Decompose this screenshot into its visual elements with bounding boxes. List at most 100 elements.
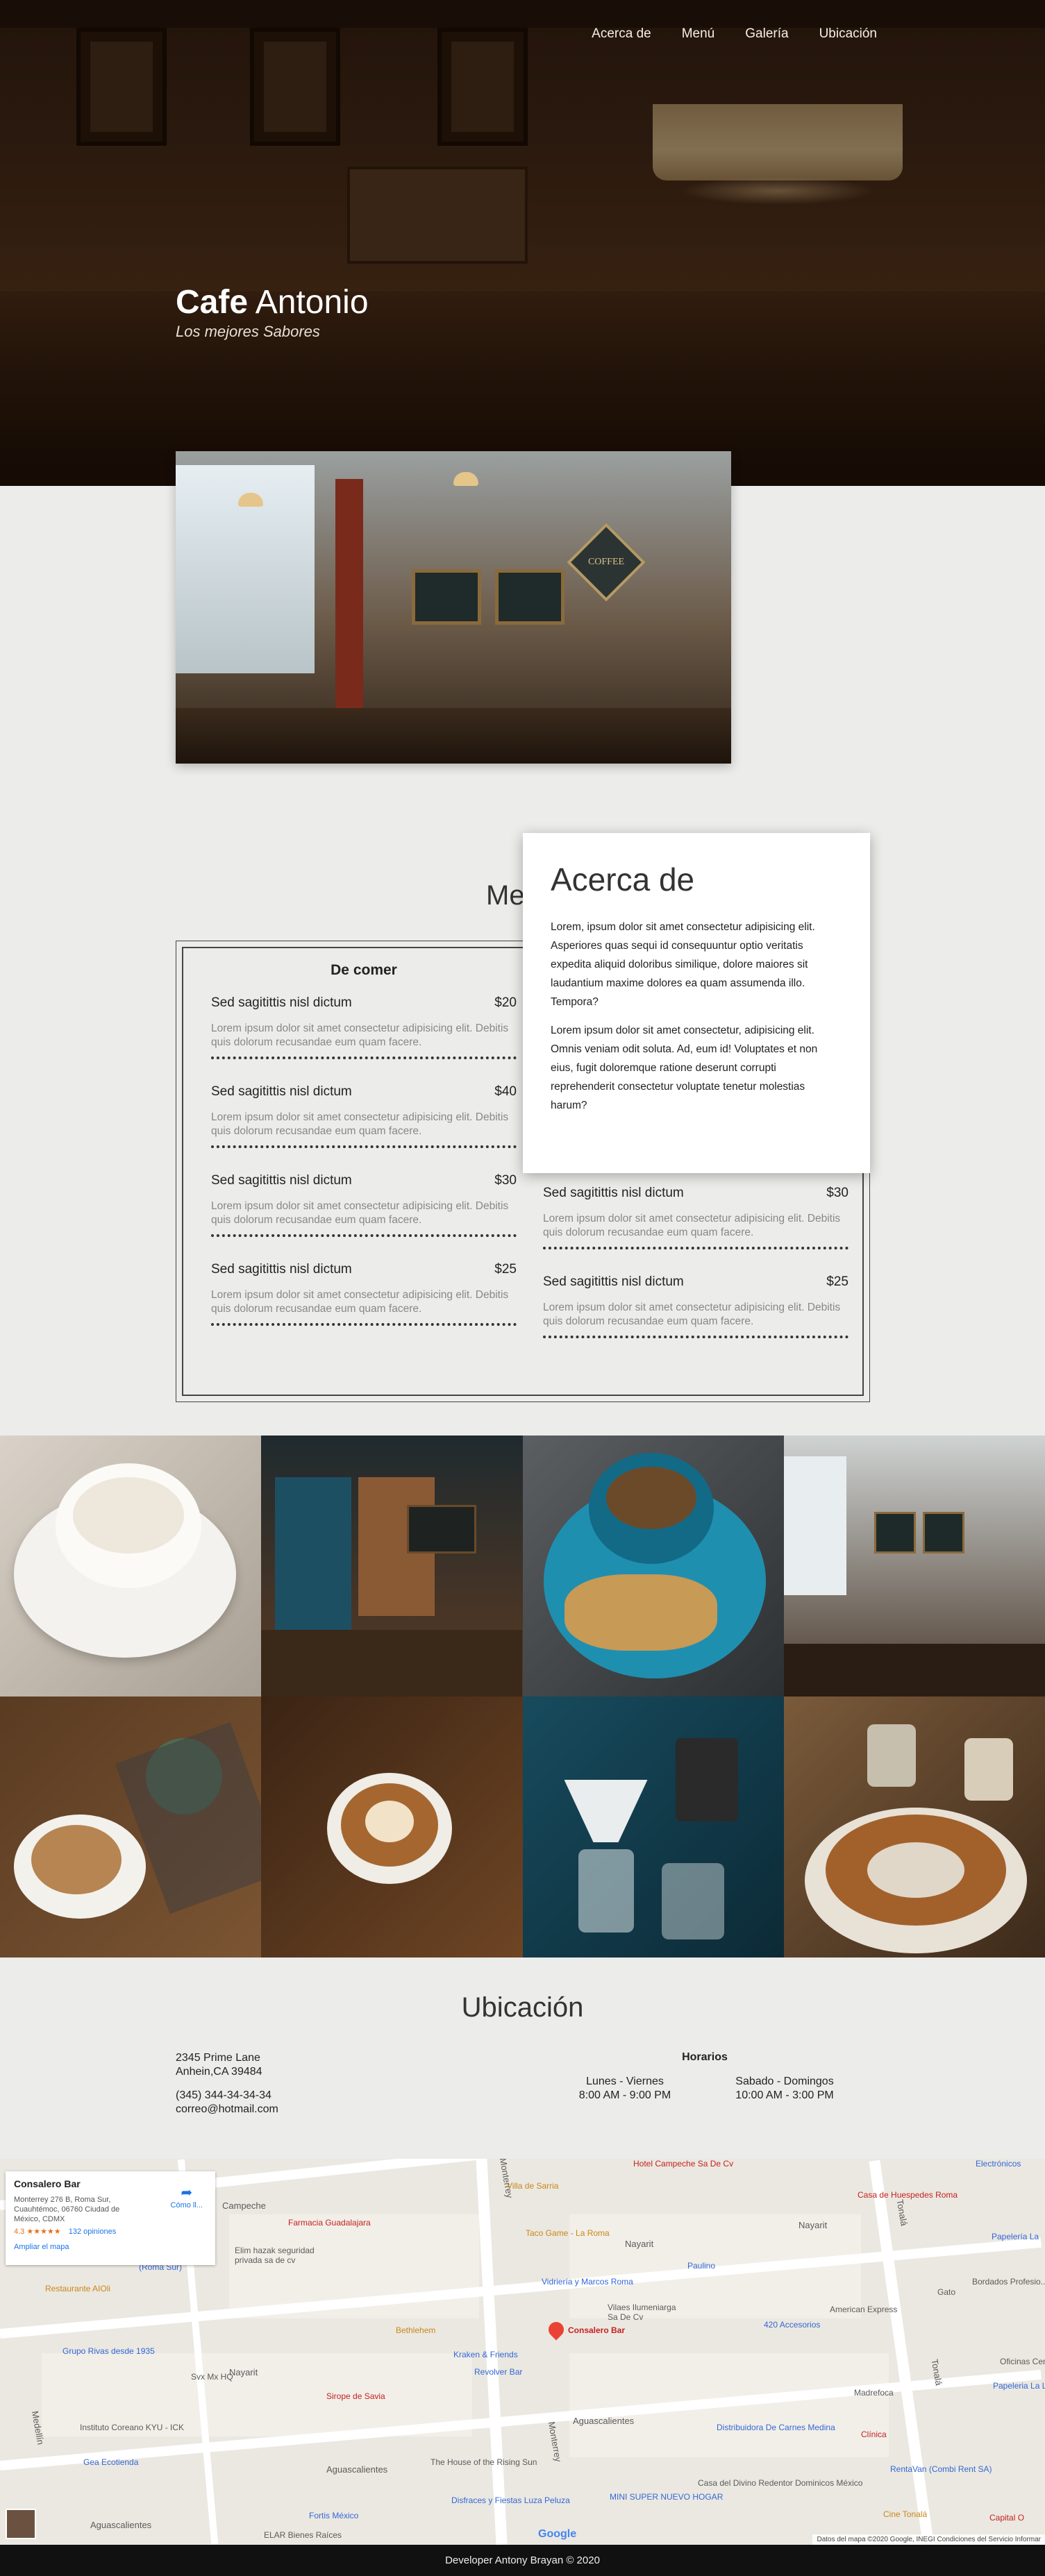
gallery-image-cafe-shelves[interactable] [261,1436,523,1697]
map-poi[interactable]: Kraken & Friends [453,2350,518,2359]
map-poi[interactable]: Instituto Coreano KYU - ICK [80,2423,184,2432]
menu-item-desc: Lorem ipsum dolor sit amet consectetur a… [211,1289,509,1315]
map-poi[interactable]: Villa de Sarria [507,2181,558,2191]
location-title: Ubicación [461,1992,584,2023]
map-satellite-thumbnail[interactable] [6,2509,36,2539]
email-address: correo@hotmail.com [176,2103,278,2115]
menu-item-price: $40 [494,1084,517,1099]
contact-address: 2345 Prime Lane Anhein,CA 39484 (345) 34… [176,2051,278,2116]
menu-item-name: Sed sagitittis nisl dictum [543,1186,684,1200]
embedded-map[interactable]: Campeche Nayarit Nayarit Nayarit Aguasca… [0,2159,1045,2545]
gallery-image-pastry[interactable] [783,1697,1045,1958]
map-poi[interactable]: Oficinas Centrales [1000,2357,1045,2366]
map-poi[interactable]: Electrónicos [976,2159,1021,2169]
menu-item-name: Sed sagitittis nisl dictum [211,1262,352,1277]
feature-counter [176,708,731,764]
map-poi[interactable]: American Express [830,2305,897,2314]
map-poi[interactable]: Capital O [989,2513,1024,2523]
map-poi[interactable]: Fortis México [309,2511,358,2520]
map-poi[interactable]: RentaVan (Combi Rent SA) [890,2464,992,2474]
menu-item-desc: Lorem ipsum dolor sit amet consectetur a… [543,1213,841,1238]
map-poi[interactable]: Vilaes Ilumeniarga Sa De Cv [608,2303,684,2322]
map-street: Aguascalientes [90,2520,152,2530]
hours-title: Horarios [682,2051,728,2063]
map-poi[interactable]: Papelería La [992,2232,1039,2241]
map-poi[interactable]: Sirope de Savia [326,2391,385,2401]
map-poi[interactable]: The House of the Rising Sun [430,2457,537,2467]
menu-item-desc: Lorem ipsum dolor sit amet consectetur a… [543,1302,841,1327]
map-street: Aguascalientes [573,2416,635,2426]
gallery-grid [0,1436,1045,1958]
map-poi[interactable]: ELAR Bienes Raíces [264,2530,342,2540]
menu-item-desc: Lorem ipsum dolor sit amet consectetur a… [211,1022,509,1048]
gallery-image-latte-succulent[interactable] [0,1697,262,1958]
map-poi[interactable]: 420 Accesorios [764,2320,820,2330]
menu-column-heading: De comer [331,962,397,978]
map-rating-stars: 4.3 ★★★★★ [14,2228,61,2236]
site-tagline: Los mejores Sabores [176,323,320,340]
nav-link-acerca[interactable]: Acerca de [592,26,651,42]
map-poi[interactable]: Taco Game - La Roma [526,2228,610,2238]
map-poi[interactable]: Casa del Divino Redentor Dominicos Méxic… [698,2478,862,2488]
map-poi[interactable]: Vidriería y Marcos Roma [542,2277,633,2287]
gallery-image-latte-wood[interactable] [261,1697,523,1958]
map-poi[interactable]: Restaurante AIOli [45,2284,110,2293]
map-poi[interactable]: Paulino [687,2261,715,2271]
map-enlarge-link[interactable]: Ampliar el mapa [14,2243,207,2251]
menu-column-drinks: Sed sagitittis nisl dictum $30 Lorem ipsu… [543,1186,848,1363]
map-street: Aguascalientes [326,2464,388,2475]
map-poi[interactable]: Casa de Huespedes Roma [858,2190,958,2200]
map-poi[interactable]: Farmacia Guadalajara [288,2218,371,2228]
map-reviews-link[interactable]: 132 opiniones [69,2228,117,2236]
map-poi[interactable]: Elim hazak seguridad privada sa de cv [235,2246,339,2265]
menu-item-price: $25 [826,1274,848,1289]
map-poi[interactable]: Papeleria La Luz [993,2381,1045,2391]
menu-item: Sed sagitittis nisl dictum $40 Lorem ipsu… [211,1084,517,1173]
map-street: Nayarit [799,2220,828,2230]
map-poi[interactable]: Grupo Rivas desde 1935 [62,2346,155,2356]
map-attribution[interactable]: Datos del mapa ©2020 Google, INEGI Condi… [812,2534,1045,2545]
map-poi[interactable]: Madrefoca [854,2388,894,2398]
gallery-image-pour-over[interactable] [522,1697,784,1958]
hero-overlay [0,0,1045,486]
hours-weekend-time: 10:00 AM - 3:00 PM [735,2089,834,2101]
google-logo: Google [538,2528,577,2540]
menu-divider [543,1247,848,1249]
map-poi[interactable]: Cine Tonalá [883,2509,927,2519]
nav-link-galeria[interactable]: Galería [745,26,788,42]
map-poi[interactable]: Disfraces y Fiestas Luza Peluza [451,2495,570,2505]
nav-link-ubicacion[interactable]: Ubicación [819,26,877,42]
menu-item-name: Sed sagitittis nisl dictum [211,1084,352,1099]
menu-divider [543,1336,848,1338]
map-street: Nayarit [625,2239,654,2249]
nav-link-menu[interactable]: Menú [682,26,715,42]
map-poi[interactable]: Gea Ecotienda [83,2457,138,2467]
directions-icon: ➦ [181,2185,193,2200]
gallery-image-blue-cup[interactable] [522,1436,784,1697]
hours-weekend: Sabado - Domingos 10:00 AM - 3:00 PM [715,2075,854,2103]
menu-item: Sed sagitittis nisl dictum $30 Lorem ipsu… [211,1173,517,1262]
map-poi[interactable]: Bethlehem [396,2325,435,2335]
main-nav: Acerca de Menú Galería Ubicación [592,26,877,42]
map-poi[interactable]: Gato [937,2287,955,2297]
map-poi[interactable]: Bordados Profesio... [972,2277,1045,2287]
map-poi[interactable]: Svx Mx HQ [191,2372,233,2382]
map-poi[interactable]: Revolver Bar [474,2367,522,2377]
feature-menu-board [495,569,565,625]
page-footer: Developer Antony Brayan © 2020 [0,2545,1045,2576]
menu-item-name: Sed sagitittis nisl dictum [543,1274,684,1289]
gallery-image-cafe-counter[interactable] [783,1436,1045,1697]
map-pin-label[interactable]: Consalero Bar [568,2325,625,2335]
map-directions-button[interactable]: ➦ Cómo ll... [171,2184,203,2209]
map-poi[interactable]: Distribuidora De Carnes Medina [717,2423,835,2432]
address-line: 2345 Prime Lane [176,2052,260,2064]
menu-item: Sed sagitittis nisl dictum $25 Lorem ipsu… [543,1274,848,1363]
map-poi[interactable]: MINI SUPER NUEVO HOGAR [610,2492,723,2502]
map-poi[interactable]: Clínica [861,2430,887,2439]
map-poi[interactable]: Hotel Campeche Sa De Cv [633,2159,733,2169]
menu-item: Sed sagitittis nisl dictum $25 Lorem ipsu… [211,1262,517,1351]
hours-weekend-label: Sabado - Domingos [735,2076,834,2087]
menu-item: Sed sagitittis nisl dictum $20 Lorem ipsu… [211,995,517,1084]
brand: Cafe Antonio Los mejores Sabores [176,283,369,341]
gallery-image-cappuccino[interactable] [0,1436,262,1697]
